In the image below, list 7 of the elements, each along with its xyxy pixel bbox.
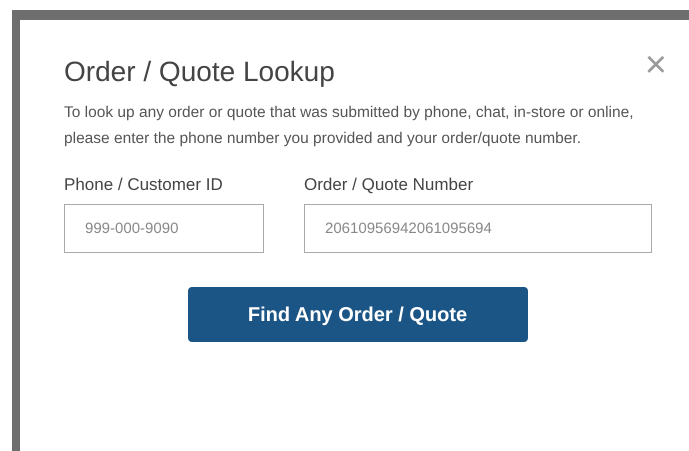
find-order-button[interactable]: Find Any Order / Quote xyxy=(188,287,528,342)
description-text: To look up any order or quote that was submitted by phone, chat, in-store or online, please enter the phone number you provided and your order/quote number. xyxy=(64,103,635,149)
field-label: Phone / Customer ID xyxy=(64,174,224,196)
field-label: Order / Quote Number xyxy=(304,174,474,196)
dialog-title: Order / Quote Lookup xyxy=(64,55,335,89)
input-field[interactable]: 20610956942061095694 xyxy=(304,204,652,253)
input-field[interactable]: 999-000-9090 xyxy=(64,204,264,253)
